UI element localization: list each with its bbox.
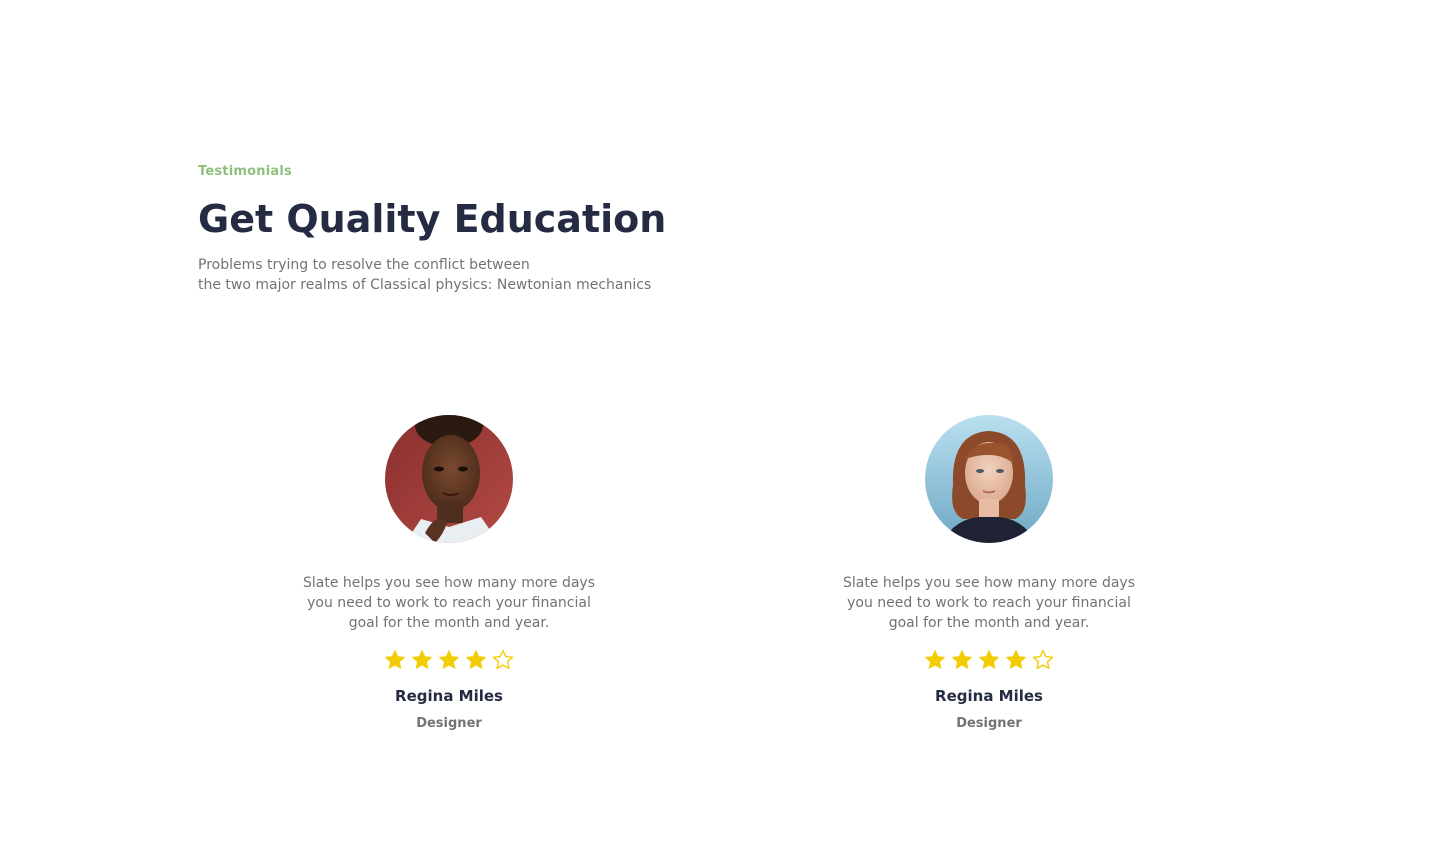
testimonial-quote: Slate helps you see how many more days y… — [294, 573, 604, 633]
section-subtitle: Problems trying to resolve the conflict … — [198, 255, 718, 295]
star-filled-icon — [412, 650, 432, 669]
quote-line: you need to work to reach your financial — [847, 595, 1131, 611]
testimonial-card: Slate helps you see how many more days y… — [279, 415, 619, 733]
quote-line: Slate helps you see how many more days — [303, 575, 595, 591]
section-eyebrow: Testimonials — [198, 164, 292, 179]
reviewer-role: Designer — [956, 716, 1022, 731]
section-title: Get Quality Education — [198, 197, 667, 241]
avatar-photo-icon — [925, 415, 1053, 543]
quote-line: goal for the month and year. — [888, 615, 1090, 631]
testimonials-section: Testimonials Get Quality Education Probl… — [198, 0, 1242, 865]
avatar — [385, 415, 513, 543]
reviewer-role: Designer — [416, 716, 482, 731]
subtitle-line: Problems trying to resolve the conflict … — [198, 257, 530, 273]
star-filled-icon — [952, 650, 972, 669]
reviewer-name: Regina Miles — [935, 687, 1043, 705]
star-outline-icon — [492, 649, 514, 670]
quote-line: goal for the month and year. — [348, 615, 550, 631]
star-rating — [819, 648, 1159, 672]
testimonial-card: Slate helps you see how many more days y… — [819, 415, 1159, 733]
subtitle-line: the two major realms of Classical physic… — [198, 277, 652, 293]
star-filled-icon — [979, 650, 999, 669]
quote-line: you need to work to reach your financial — [307, 595, 591, 611]
star-rating — [279, 648, 619, 672]
testimonial-quote: Slate helps you see how many more days y… — [834, 573, 1144, 633]
star-outline-icon — [1032, 649, 1054, 670]
avatar — [925, 415, 1053, 543]
star-filled-icon — [925, 650, 945, 669]
star-filled-icon — [466, 650, 486, 669]
star-filled-icon — [385, 650, 405, 669]
star-filled-icon — [1006, 650, 1026, 669]
star-filled-icon — [439, 650, 459, 669]
avatar-photo-icon — [385, 415, 513, 543]
reviewer-name: Regina Miles — [395, 687, 503, 705]
quote-line: Slate helps you see how many more days — [843, 575, 1135, 591]
